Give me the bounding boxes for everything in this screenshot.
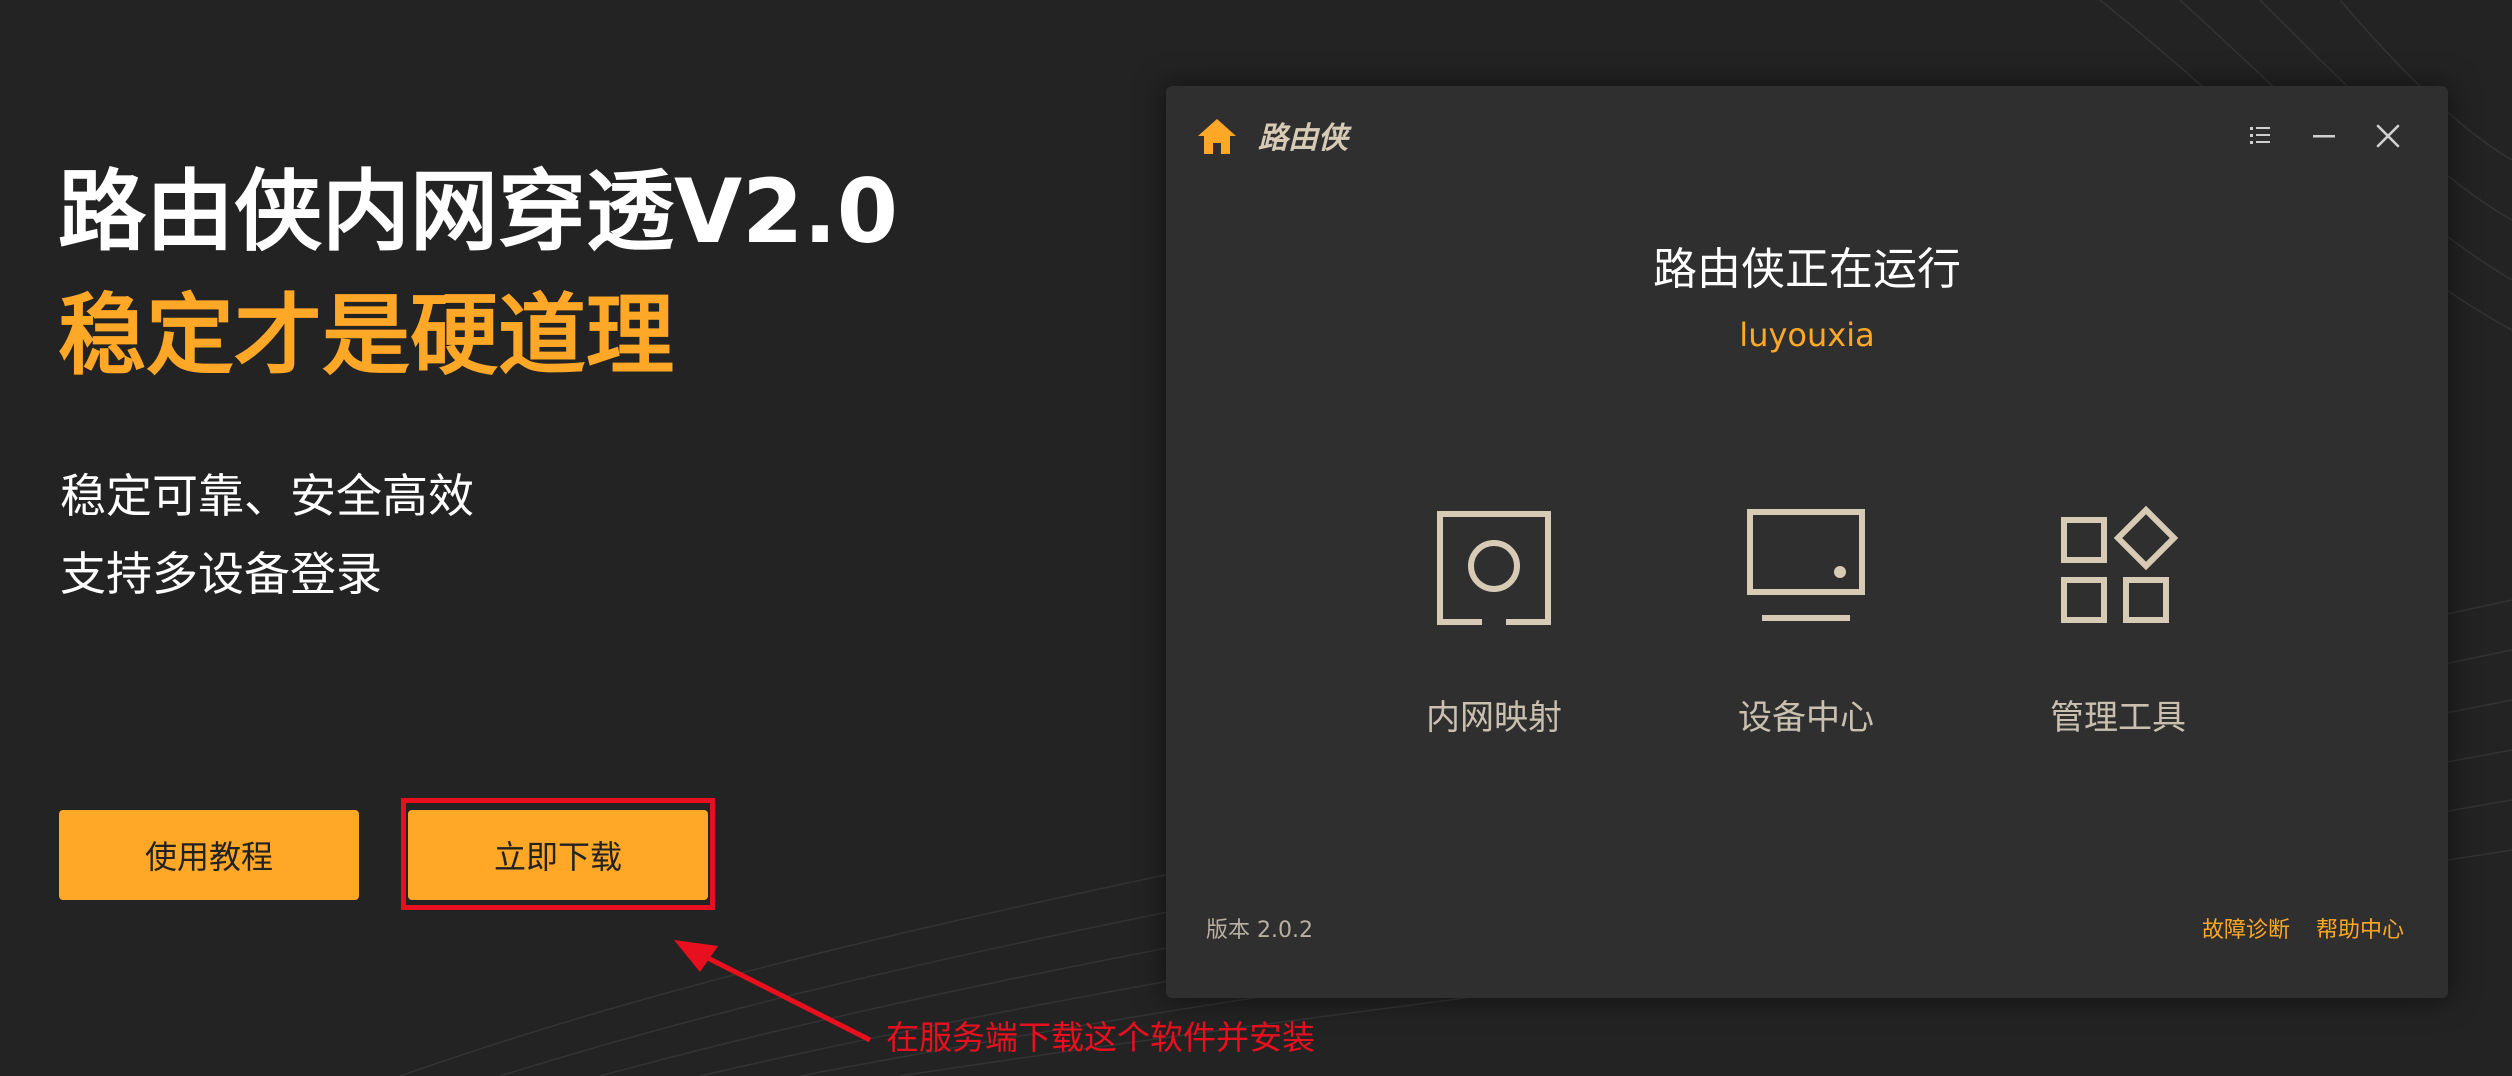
feature-label: 管理工具 <box>2050 698 2186 738</box>
diagnose-link[interactable]: 故障诊断 <box>2202 916 2290 946</box>
app-window: 路由侠 路由侠正在运行 luyouxia 内网映射 设备中心 管理工具 版本 2… <box>1166 86 2448 998</box>
home-icon <box>1198 119 1236 154</box>
app-name: 路由侠 <box>1258 121 1348 156</box>
menu-icon[interactable] <box>2240 116 2280 156</box>
monitor-icon <box>1747 509 1865 621</box>
annotation-text: 在服务端下载这个软件并安装 <box>886 1018 1315 1057</box>
annotation-arrow-icon <box>674 940 872 1043</box>
version-text: 版本 2.0.2 <box>1206 918 1313 943</box>
feature-label: 设备中心 <box>1738 698 1874 738</box>
tools-grid-icon <box>2061 506 2179 623</box>
tutorial-button[interactable]: 使用教程 <box>59 810 359 900</box>
status-title: 路由侠正在运行 <box>1653 244 1961 295</box>
feature-management-tools[interactable]: 管理工具 <box>1998 506 2238 836</box>
feature-port-mapping[interactable]: 内网映射 <box>1374 506 1614 836</box>
hero-description-line-1: 稳定可靠、安全高效 <box>60 469 474 523</box>
hero-subtitle: 稳定才是硬道理 <box>58 284 675 387</box>
username: luyouxia <box>1739 316 1875 354</box>
close-icon[interactable] <box>2368 116 2408 156</box>
help-center-link[interactable]: 帮助中心 <box>2316 916 2404 946</box>
feature-device-center[interactable]: 设备中心 <box>1686 506 1926 836</box>
download-highlight-box <box>401 798 715 910</box>
feature-label: 内网映射 <box>1426 698 1562 738</box>
hero-description-line-2: 支持多设备登录 <box>60 547 382 601</box>
page: 路由侠内网穿透V2.0 稳定才是硬道理 稳定可靠、安全高效 支持多设备登录 使用… <box>0 0 2512 1076</box>
minimize-icon[interactable] <box>2304 116 2344 156</box>
hero-title: 路由侠内网穿透V2.0 <box>58 160 898 263</box>
port-mapping-icon <box>1437 511 1551 625</box>
